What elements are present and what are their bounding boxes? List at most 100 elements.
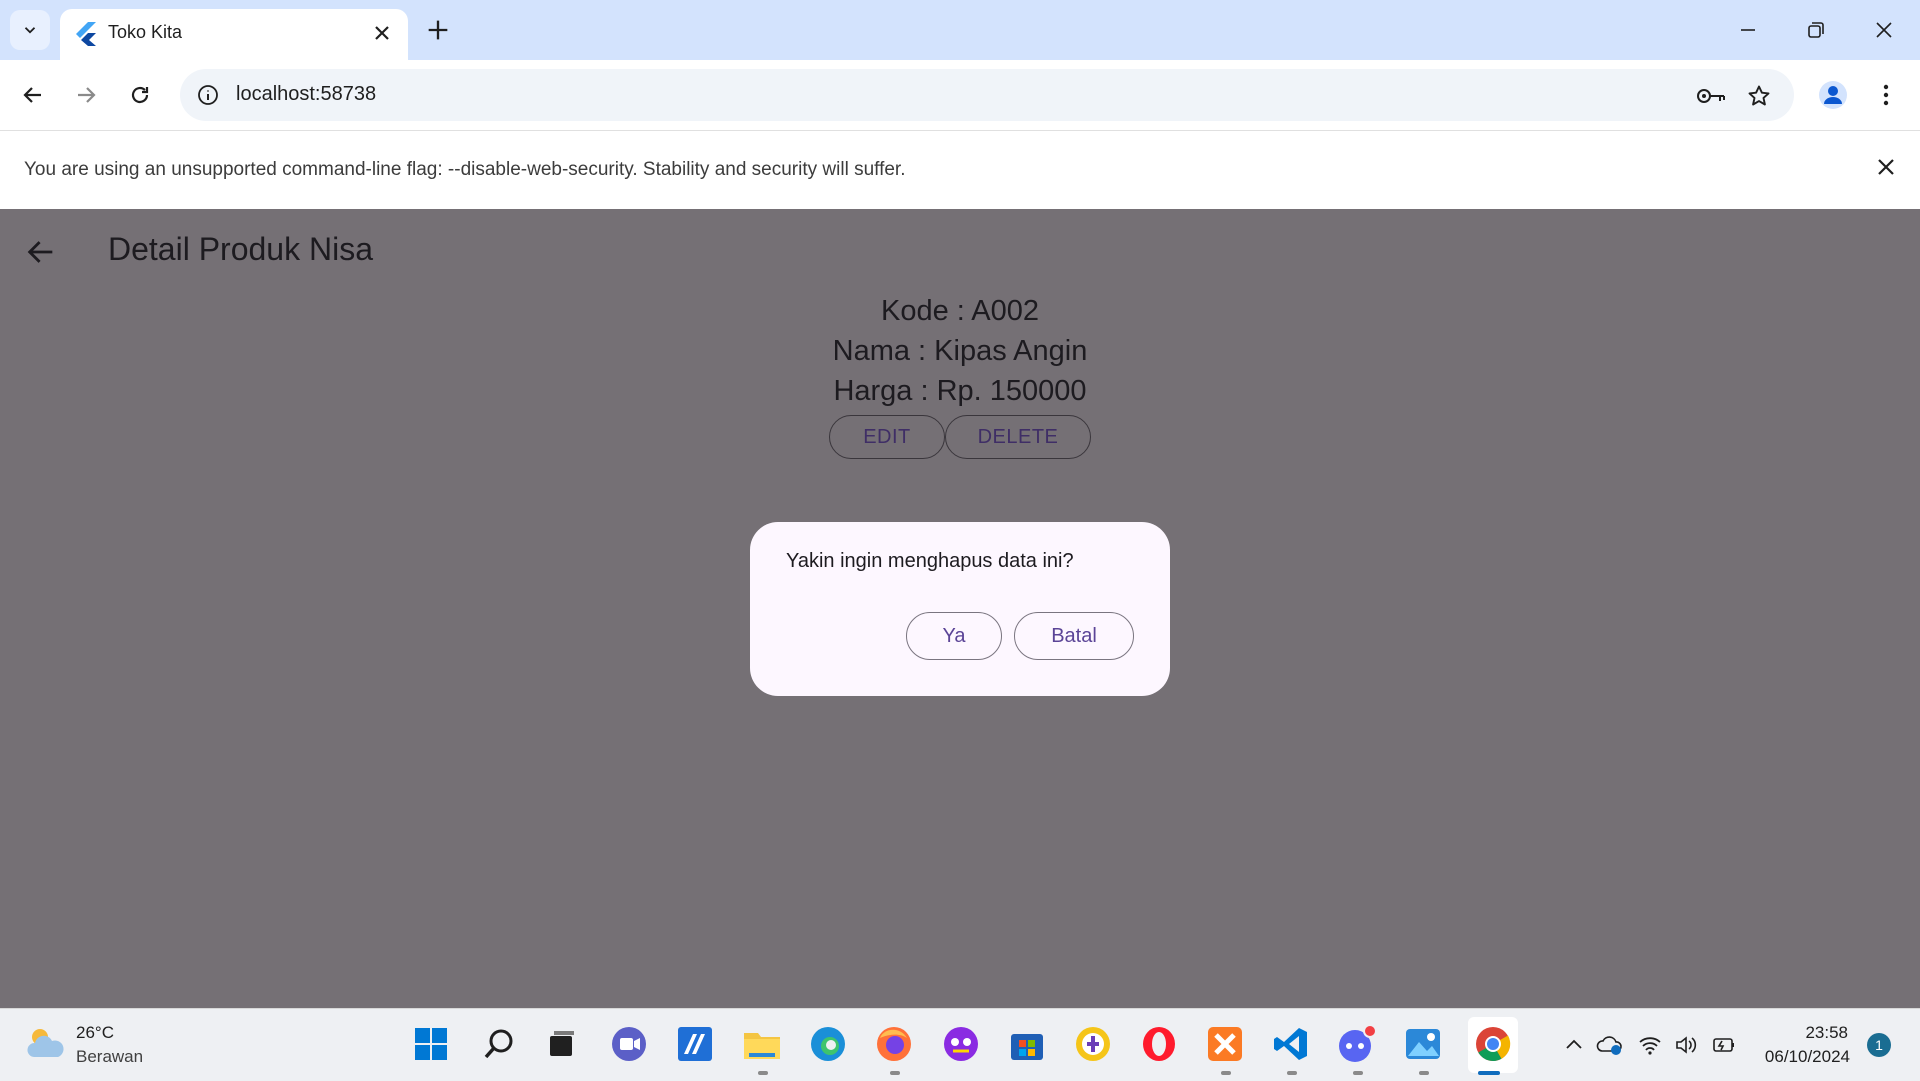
cloudy-weather-icon[interactable] [26,1025,66,1061]
app-icon [678,1027,712,1061]
onedrive-tray[interactable] [1596,1031,1624,1059]
arrow-left-icon[interactable] [24,235,58,269]
active-indicator [1478,1071,1500,1075]
taskbar-vscode[interactable] [1270,1023,1312,1065]
key-icon [1697,89,1725,103]
star-icon [1748,85,1770,106]
running-indicator [1221,1071,1231,1075]
product-name: Nama : Kipas Angin [832,335,1088,367]
product-code: Kode : A002 [880,295,1040,327]
clock-time[interactable]: 23:58 [1805,1023,1848,1043]
close-icon[interactable] [1874,155,1898,179]
running-indicator [1419,1071,1429,1075]
running-indicator [758,1071,768,1075]
taskbar-xampp[interactable] [1204,1023,1246,1065]
notification-badge[interactable]: 1 [1867,1033,1891,1057]
clock-date[interactable]: 06/10/2024 [1765,1047,1850,1067]
confirm-yes-button[interactable]: Ya [906,612,1002,660]
flutter-icon [76,22,96,46]
tab-title: Toko Kita [108,22,183,42]
taskbar-opera[interactable] [1138,1023,1180,1065]
restore-button[interactable] [1800,14,1832,46]
infobar-message: You are using an unsupported command-lin… [24,159,906,180]
running-indicator [890,1071,900,1075]
wifi-tray[interactable] [1636,1031,1664,1059]
wifi-icon [1639,1037,1661,1055]
profile-button[interactable] [1815,77,1851,113]
arrow-right-icon [78,87,96,103]
cloud-icon [1596,1036,1622,1055]
menu-button[interactable] [1868,77,1904,113]
battery-tray[interactable] [1710,1031,1738,1059]
running-indicator [1287,1071,1297,1075]
close-icon[interactable] [370,21,394,45]
tab-strip: Toko Kita [0,0,1920,60]
taskbar-firefox[interactable] [873,1023,915,1065]
windows-taskbar: 26°C Berawan 23:58 06/10/2024 1 [0,1008,1920,1081]
app-icon [944,1027,978,1061]
edge-icon [811,1027,845,1061]
product-price: Harga : Rp. 150000 [833,375,1087,407]
taskbar-search-button[interactable] [478,1023,520,1065]
back-button[interactable] [15,77,51,113]
bookmark-button[interactable] [1744,81,1774,111]
taskbar-app-3[interactable] [1072,1023,1114,1065]
new-tab-icon[interactable] [424,16,452,44]
taskbar-app-1[interactable] [674,1023,716,1065]
taskbar-chrome[interactable] [1472,1023,1514,1065]
battery-charging-icon [1713,1038,1734,1052]
reload-button[interactable] [122,77,158,113]
site-info-button[interactable] [192,79,224,111]
running-indicator [1353,1071,1363,1075]
taskbar-app-meet[interactable] [608,1023,650,1065]
taskbar-store[interactable] [1006,1023,1048,1065]
taskbar-discord[interactable] [1336,1023,1378,1065]
search-icon [484,1029,513,1059]
opera-icon [1143,1027,1175,1061]
app-icon [1076,1027,1110,1061]
edit-button[interactable]: EDIT [829,415,945,459]
taskbar-file-explorer[interactable] [741,1023,783,1065]
taskbar-photos[interactable] [1402,1023,1444,1065]
arrow-left-icon [23,87,41,103]
close-icon [1876,22,1892,38]
minimize-button[interactable] [1732,14,1764,46]
meet-icon [612,1027,646,1061]
weather-condition: Berawan [76,1047,144,1066]
show-hidden-icons-button[interactable] [1560,1031,1588,1059]
reload-icon [131,86,149,104]
chevron-down-icon [24,27,36,34]
password-key-button[interactable] [1696,81,1726,111]
task-view-button[interactable] [540,1023,582,1065]
photos-icon [1406,1029,1440,1059]
xampp-icon [1208,1027,1242,1061]
address-bar[interactable]: localhost:58738 [180,69,1794,121]
taskbar-edge[interactable] [807,1023,849,1065]
chevron-up-icon [1566,1039,1582,1049]
task-view-icon [550,1031,574,1056]
chrome-icon [1476,1027,1511,1061]
info-icon [198,85,218,105]
minimize-icon [1741,29,1755,31]
browser-tab[interactable]: Toko Kita [60,9,408,60]
dialog-message: Yakin ingin menghapus data ini? [786,550,1074,572]
restore-icon [1808,22,1824,38]
volume-tray[interactable] [1672,1031,1700,1059]
store-icon [1011,1034,1043,1060]
page-title: Detail Produk Nisa [108,231,373,267]
confirm-delete-dialog: Yakin ingin menghapus data ini? Ya Batal [750,522,1170,696]
tab-search-button[interactable] [10,10,50,50]
forward-button[interactable] [68,77,104,113]
avatar-icon [1819,81,1847,109]
taskbar-app-2[interactable] [940,1023,982,1065]
start-button[interactable] [410,1023,452,1065]
delete-button[interactable]: DELETE [945,415,1091,459]
volume-icon [1676,1036,1697,1054]
vscode-icon [1274,1028,1307,1060]
weather-temperature: 26°C [76,1023,114,1042]
more-vert-icon [1883,84,1889,106]
file-explorer-icon [744,1033,780,1059]
cancel-button[interactable]: Batal [1014,612,1134,660]
close-window-button[interactable] [1868,14,1900,46]
browser-toolbar: localhost:58738 [0,60,1920,131]
